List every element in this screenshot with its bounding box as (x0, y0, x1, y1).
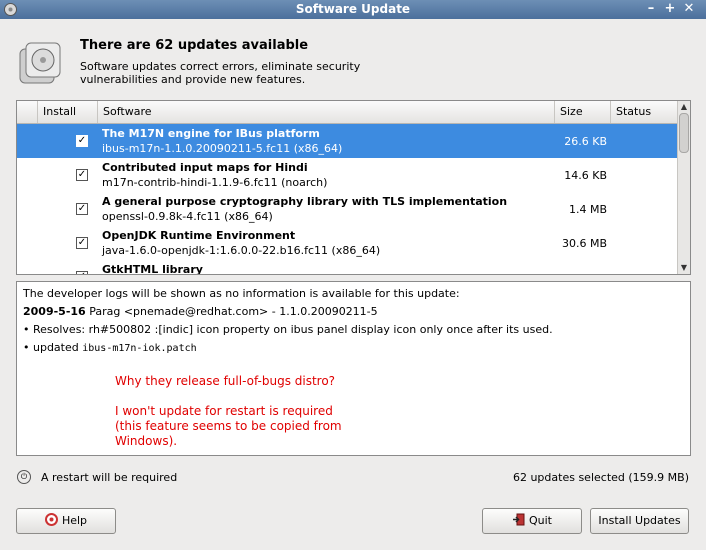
help-label: Help (61, 514, 88, 527)
package-version: openssl-0.9.8k-4.fc11 (x86_64) (102, 210, 273, 223)
package-summary: Contributed input maps for Hindi (102, 161, 308, 174)
quit-label: Quit (529, 514, 552, 527)
package-summary: A general purpose cryptography library w… (102, 195, 508, 208)
changelog-line: • Resolves: rh#500802 :[indic] icon prop… (23, 323, 553, 336)
list-item[interactable]: ✓ OpenJDK Runtime Environment java-1.6.0… (17, 226, 677, 260)
package-size: 26.6 KB (564, 135, 607, 148)
list-item[interactable]: ✓ The M17N engine for IBus platform ibus… (17, 124, 677, 158)
minimize-button[interactable]: – (642, 1, 660, 17)
install-checkbox[interactable]: ✓ (76, 237, 88, 249)
changelog-entry: 2009-5-16 Parag <pnemade@redhat.com> - 1… (23, 305, 378, 318)
changelog-author: Parag <pnemade@redhat.com> - 1.1.0.20090… (89, 305, 378, 318)
package-summary: GtkHTML library (102, 263, 203, 275)
install-checkbox[interactable]: ✓ (76, 135, 88, 147)
selection-summary: 62 updates selected (159.9 MB) (512, 471, 689, 484)
package-summary: The M17N engine for IBus platform (102, 127, 320, 140)
maximize-button[interactable]: + (661, 1, 679, 17)
list-item[interactable]: ✓ GtkHTML library (17, 260, 677, 275)
list-header: Install Software Size Status (17, 101, 677, 124)
help-button[interactable]: Help (16, 508, 116, 534)
software-update-icon (19, 42, 61, 84)
package-version: ibus-m17n-1.1.0.20090211-5.fc11 (x86_64) (102, 142, 343, 155)
package-size: 30.6 MB (561, 237, 607, 250)
updates-description: Software updates correct errors, elimina… (80, 60, 361, 86)
column-status[interactable]: Status (610, 101, 677, 123)
software-update-window: Software Update – + ✕ There are 62 updat… (0, 0, 706, 550)
list-item[interactable]: ✓ A general purpose cryptography library… (17, 192, 677, 226)
install-checkbox[interactable]: ✓ (76, 271, 88, 274)
title-bar: Software Update – + ✕ (0, 0, 706, 19)
update-details-panel: The developer logs will be shown as no i… (16, 281, 691, 456)
install-checkbox[interactable]: ✓ (76, 169, 88, 181)
list-item[interactable]: ✓ Contributed input maps for Hindi m17n-… (17, 158, 677, 192)
column-spacer (17, 101, 37, 123)
install-updates-label: Install Updates (598, 514, 681, 527)
install-checkbox[interactable]: ✓ (76, 203, 88, 215)
close-button[interactable]: ✕ (680, 1, 698, 17)
annotation-text: I won't update for restart is required (115, 404, 333, 418)
list-scrollbar[interactable]: ▲ ▼ (677, 101, 690, 274)
column-install[interactable]: Install (37, 101, 97, 123)
logs-note: The developer logs will be shown as no i… (23, 287, 460, 300)
changelog-line: • updated ibus-m17n-iok.patch (23, 341, 197, 354)
patch-name: ibus-m17n-iok.patch (82, 343, 197, 354)
package-size: 14.6 KB (564, 169, 607, 182)
package-version: m17n-contrib-hindi-1.1.9-6.fc11 (noarch) (102, 176, 328, 189)
restart-icon: ⏻ (17, 470, 31, 484)
package-size: 1.4 MB (568, 203, 607, 216)
scroll-up-icon[interactable]: ▲ (678, 101, 690, 113)
window-title: Software Update (295, 2, 411, 16)
column-software[interactable]: Software (97, 101, 554, 123)
help-icon (44, 513, 58, 526)
column-size[interactable]: Size (554, 101, 610, 123)
annotation-text: Why they release full-of-bugs distro? (115, 374, 336, 388)
restart-notice: A restart will be required (41, 471, 178, 484)
package-summary: OpenJDK Runtime Environment (102, 229, 296, 242)
package-version: java-1.6.0-openjdk-1:1.6.0.0-22.b16.fc11… (102, 244, 381, 257)
changelog-line-prefix: • updated (23, 341, 83, 354)
updates-heading: There are 62 updates available (80, 38, 309, 53)
updates-list[interactable]: Install Software Size Status ✓ The M17N … (16, 100, 691, 275)
scrollbar-thumb[interactable] (679, 113, 689, 153)
scroll-down-icon[interactable]: ▼ (678, 262, 690, 274)
annotation-text: (this feature seems to be copied from (115, 419, 342, 433)
changelog-date: 2009-5-16 (23, 305, 86, 318)
install-updates-button[interactable]: Install Updates (590, 508, 689, 534)
annotation-text: Windows). (115, 434, 178, 448)
quit-icon (513, 513, 525, 526)
quit-button[interactable]: Quit (482, 508, 582, 534)
